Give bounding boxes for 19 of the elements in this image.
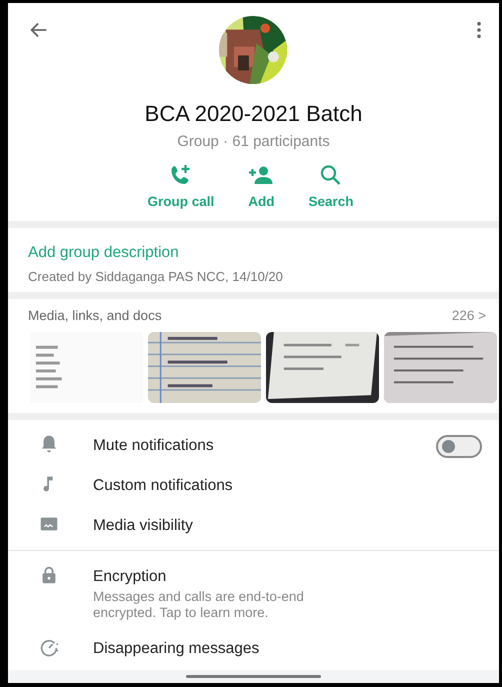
media-count-link[interactable]: 226 > — [452, 308, 486, 323]
settings-row[interactable]: Media visibility — [8, 506, 499, 546]
row-label: Media visibility — [93, 516, 194, 536]
settings-row[interactable]: Mute notifications — [8, 426, 499, 466]
media-title: Media, links, and docs — [28, 308, 162, 323]
group-info: Group · 61 participants — [177, 133, 330, 150]
created-by-text: Created by Siddaganga PAS NCC, 14/10/20 — [28, 269, 284, 284]
row-detail: Messages and calls are end-to-end encrypted. Tap to learn more. — [93, 589, 305, 621]
settings-row[interactable]: Disappearing messages — [8, 629, 499, 669]
row-label: Encryption — [93, 567, 168, 587]
toggle-switch[interactable] — [436, 435, 482, 458]
home-handle[interactable] — [186, 675, 321, 678]
menu-icon[interactable] — [476, 21, 482, 39]
row-label: Mute notifications — [93, 436, 215, 456]
settings-row[interactable]: Encryption Messages and calls are end-to-end encrypted. Tap to learn more. — [8, 557, 499, 629]
group-name: BCA 2020-2021 Batch — [144, 101, 362, 127]
row-label: Disappearing messages — [93, 639, 260, 659]
row-label: Custom notifications — [93, 476, 234, 496]
settings-row[interactable]: Custom notifications — [8, 466, 499, 506]
